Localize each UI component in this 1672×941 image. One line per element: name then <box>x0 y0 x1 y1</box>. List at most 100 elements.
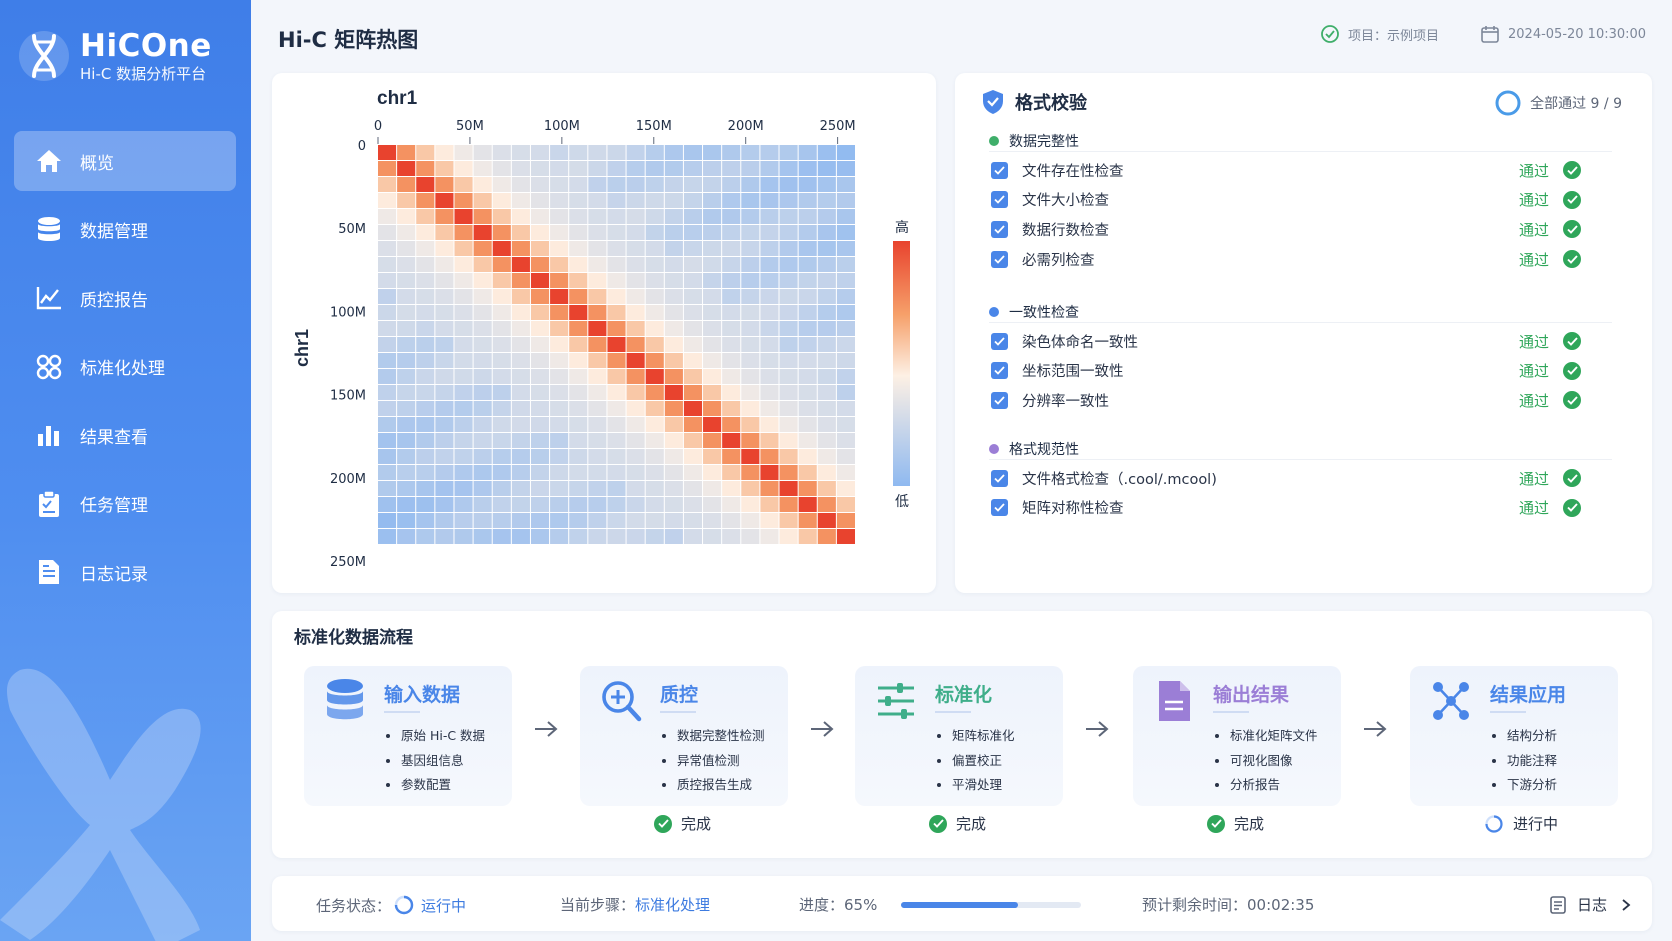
heatmap-cell <box>703 321 722 336</box>
sidebar-item-qc-report[interactable]: 质控报告 <box>14 268 236 328</box>
brand: HiCOne Hi-C 数据分析平台 <box>18 26 212 86</box>
sidebar-item-logs[interactable]: 日志记录 <box>14 542 236 602</box>
heatmap-cell <box>760 400 779 416</box>
heatmap-cell <box>722 209 741 224</box>
heatmap-cell <box>473 241 492 256</box>
checkbox[interactable] <box>991 191 1008 209</box>
heatmap-cell <box>416 337 435 352</box>
heatmap-cell <box>530 496 550 512</box>
heatmap-cell <box>817 368 836 384</box>
sidebar-item-normalization[interactable]: 标准化处理 <box>14 337 236 397</box>
validation-check-row: 文件大小检查 通过 <box>991 188 1603 212</box>
heatmap-cell <box>817 464 836 480</box>
heatmap-cell <box>569 321 588 336</box>
heatmap-cell <box>416 321 435 336</box>
heatmap-cell <box>435 257 454 272</box>
step-detail-item: 功能注释 <box>1492 749 1557 774</box>
heatmap-chrom-label: chr1 <box>377 88 418 109</box>
sidebar-item-results[interactable]: 结果查看 <box>14 405 236 465</box>
heatmap-cell <box>416 512 435 528</box>
checkbox[interactable] <box>991 469 1008 487</box>
heatmap-cell <box>645 289 664 304</box>
heatmap-cell <box>626 321 645 336</box>
checkbox[interactable] <box>991 332 1008 350</box>
heatmap-cell <box>569 273 588 288</box>
heatmap-cell <box>798 321 817 336</box>
heatmap-cell <box>435 145 454 160</box>
heatmap-cell <box>511 512 530 528</box>
heatmap-cell <box>473 161 492 176</box>
heatmap-cell <box>435 353 454 368</box>
pass-label: 通过 <box>1518 391 1549 410</box>
heatmap-cell <box>378 400 397 416</box>
heatmap-cell <box>703 289 722 304</box>
heatmap-cell <box>607 480 626 496</box>
flow-step-card[interactable]: 输入数据 原始 Hi-C 数据 基因组信息 参数配置 <box>304 666 512 806</box>
heatmap-cell <box>607 528 626 544</box>
step-detail-item: 结构分析 <box>1492 724 1557 749</box>
step-detail-list: 矩阵标准化 偏置校正 平滑处理 <box>937 724 1015 798</box>
sidebar-item-tasks[interactable]: 任务管理 <box>14 474 236 534</box>
sidebar-item-data-management[interactable]: 数据管理 <box>14 200 236 260</box>
heatmap-cell <box>645 384 664 400</box>
heatmap-cell <box>703 161 722 176</box>
flow-step-card[interactable]: 标准化 矩阵标准化 偏置校正 平滑处理 <box>855 666 1063 806</box>
heatmap-cell <box>798 193 817 208</box>
checkbox[interactable] <box>991 499 1008 517</box>
hic-heatmap[interactable]: chr1 0 50M 100M 150M 200M 250M 0 50M 100M 150M 20… <box>272 73 936 593</box>
heatmap-cell <box>836 273 855 288</box>
step-detail-item: 数据完整性检测 <box>662 724 765 749</box>
heatmap-cell <box>836 337 855 352</box>
step-detail-item: 下游分析 <box>1492 773 1557 798</box>
heatmap-cell <box>569 384 588 400</box>
heatmap-cell <box>626 512 645 528</box>
checkbox[interactable] <box>991 250 1008 268</box>
flow-step-card[interactable]: 质控 数据完整性检测 异常值检测 质控报告生成 <box>580 666 788 806</box>
heatmap-cell <box>626 400 645 416</box>
heatmap-cell <box>683 177 703 192</box>
heatmap-cell <box>473 464 492 480</box>
sidebar-item-overview[interactable]: 概览 <box>14 131 236 191</box>
heatmap-cell <box>397 368 416 384</box>
heatmap-cell <box>817 353 836 368</box>
heatmap-cell <box>626 416 645 432</box>
log-link[interactable]: 日志 <box>1548 894 1633 915</box>
heatmap-cell <box>722 241 741 256</box>
check-circle-icon <box>1321 25 1339 43</box>
step-status: 完成 <box>654 813 711 834</box>
heatmap-cell <box>607 337 626 352</box>
heatmap-cell <box>435 416 454 432</box>
checkbox[interactable] <box>991 220 1008 238</box>
y-tick-label: 50M <box>338 222 366 237</box>
heatmap-cell <box>454 177 473 192</box>
flow-step-card[interactable]: 输出结果 标准化矩阵文件 可视化图像 分析报告 <box>1133 666 1341 806</box>
heatmap-cell <box>550 464 569 480</box>
check-circle-icon <box>1563 469 1581 487</box>
sidebar-item-label: 日志记录 <box>80 564 148 585</box>
heatmap-cell <box>530 241 550 256</box>
flow-arrow-icon <box>1362 719 1388 739</box>
y-axis-ticks: 0 50M 100M 150M 200M 250M <box>330 139 366 570</box>
checkbox[interactable] <box>991 362 1008 380</box>
heatmap-cell <box>645 400 664 416</box>
validation-check-row: 文件格式检查（.cool/.mcool) 通过 <box>991 466 1603 490</box>
heatmap-cell <box>760 273 779 288</box>
checkbox[interactable] <box>991 391 1008 409</box>
heatmap-cell <box>817 145 836 160</box>
heatmap-cell <box>722 353 741 368</box>
heatmap-cell <box>760 480 779 496</box>
database-icon <box>34 215 64 245</box>
heatmap-cell <box>454 273 473 288</box>
heatmap-cell <box>588 321 607 336</box>
flow-step-card[interactable]: 结果应用 结构分析 功能注释 下游分析 <box>1410 666 1618 806</box>
heatmap-cell <box>416 177 435 192</box>
y-tick-label: 150M <box>330 389 366 404</box>
heatmap-cell <box>798 400 817 416</box>
heatmap-cell <box>511 384 530 400</box>
heatmap-cell <box>760 528 779 544</box>
heatmap-cell <box>397 241 416 256</box>
checkbox[interactable] <box>991 161 1008 179</box>
heatmap-cell <box>817 512 836 528</box>
heatmap-cell <box>741 289 760 304</box>
heatmap-cell <box>397 289 416 304</box>
